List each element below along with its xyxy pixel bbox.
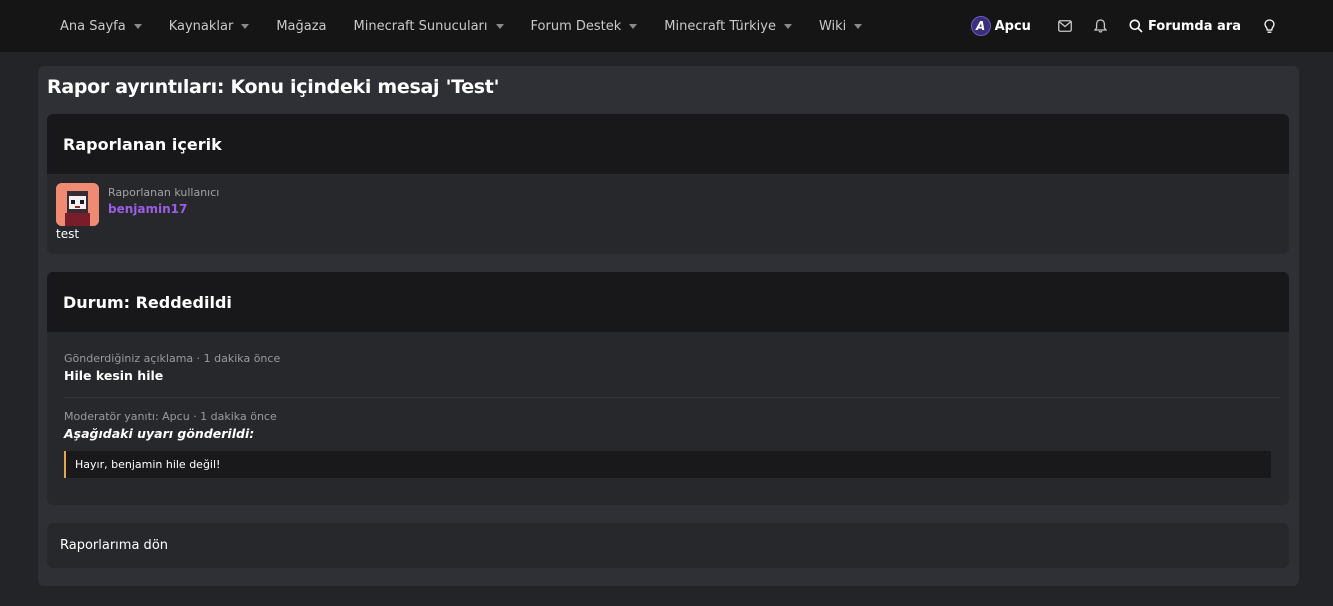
reported-username-link[interactable]: benjamin17 [108,202,219,216]
comment-meta: Gönderdiğiniz açıklama · 1 dakika önce [64,352,281,365]
comment-text: Aşağıdaki uyarı gönderildi: [64,426,255,441]
comment-divider [64,397,1280,398]
nav-item-ana-sayfa[interactable]: Ana Sayfa [60,0,142,52]
back-block: Raporlarıma dön [47,523,1289,568]
bell-icon[interactable] [1093,18,1109,34]
nav-item-wiki[interactable]: Wiki [818,0,863,52]
reported-content-header: Raporlanan içerik [47,114,1289,174]
chevron-down-icon[interactable] [133,23,142,29]
nav-user-area: A Apcu Forumda ara [970,0,1333,52]
nav-item-label: Wiki [818,18,847,34]
reported-user-row: Raporlanan kullanıcı benjamin17 [56,183,219,226]
nav-menu: Ana Sayfa Kaynaklar Mağaza Minecraft Sun… [60,0,889,52]
user-menu-button[interactable]: A Apcu [970,16,1031,36]
search-label: Forumda ara [1147,18,1241,34]
nav-item-label: Forum Destek [530,18,622,34]
nav-item-label: Mağaza [276,18,327,34]
nav-item-minecraft-turkiye[interactable]: Minecraft Türkiye [664,0,792,52]
top-navigation: Ana Sayfa Kaynaklar Mağaza Minecraft Sun… [0,0,1333,52]
nav-item-magaza[interactable]: Mağaza [276,0,326,52]
comment-text: Hile kesin hile [64,368,164,383]
nav-item-kaynaklar[interactable]: Kaynaklar [169,0,250,52]
reported-content-block: Raporlanan içerik Raporlanan kullanıcı b… [47,114,1289,254]
lightbulb-icon[interactable] [1261,18,1277,34]
chevron-down-icon[interactable] [854,23,863,29]
report-comment: Gönderdiğiniz açıklama · 1 dakika önce H… [64,352,280,383]
nav-item-minecraft-sunuculari[interactable]: Minecraft Sunucuları [354,0,504,52]
avatar[interactable] [56,183,99,226]
warning-quote: Hayır, benjamin hile değil! [64,451,1271,478]
reported-message-text: test [56,227,80,241]
search-icon [1129,19,1143,33]
page-title: Rapor ayrıntıları: Konu içindeki mesaj '… [47,76,500,98]
envelope-icon[interactable] [1057,18,1073,34]
main-content: Rapor ayrıntıları: Konu içindeki mesaj '… [38,66,1299,586]
nav-item-label: Ana Sayfa [60,18,126,34]
reported-user-label: Raporlanan kullanıcı [108,186,220,199]
nav-item-forum-destek[interactable]: Forum Destek [531,0,638,52]
moderator-reply: Moderatör yanıtı: Apcu · 1 dakika önce A… [64,410,277,441]
nav-item-label: Minecraft Türkiye [664,18,776,34]
chevron-down-icon[interactable] [629,23,638,29]
user-name: Apcu [994,18,1031,34]
chevron-down-icon[interactable] [783,23,792,29]
report-status-block: Durum: Reddedildi Gönderdiğiniz açıklama… [47,272,1289,505]
comment-meta: Moderatör yanıtı: Apcu · 1 dakika önce [64,410,277,423]
nav-item-label: Kaynaklar [168,18,234,34]
report-status-header: Durum: Reddedildi [47,272,1289,332]
chevron-down-icon[interactable] [241,23,250,29]
search-button[interactable]: Forumda ara [1129,19,1241,34]
chevron-down-icon[interactable] [495,23,504,29]
back-to-reports-link[interactable]: Raporlarıma dön [47,523,1289,568]
reported-user-meta: Raporlanan kullanıcı benjamin17 [108,186,219,226]
user-avatar: A [970,16,991,36]
nav-item-label: Minecraft Sunucuları [353,18,488,34]
